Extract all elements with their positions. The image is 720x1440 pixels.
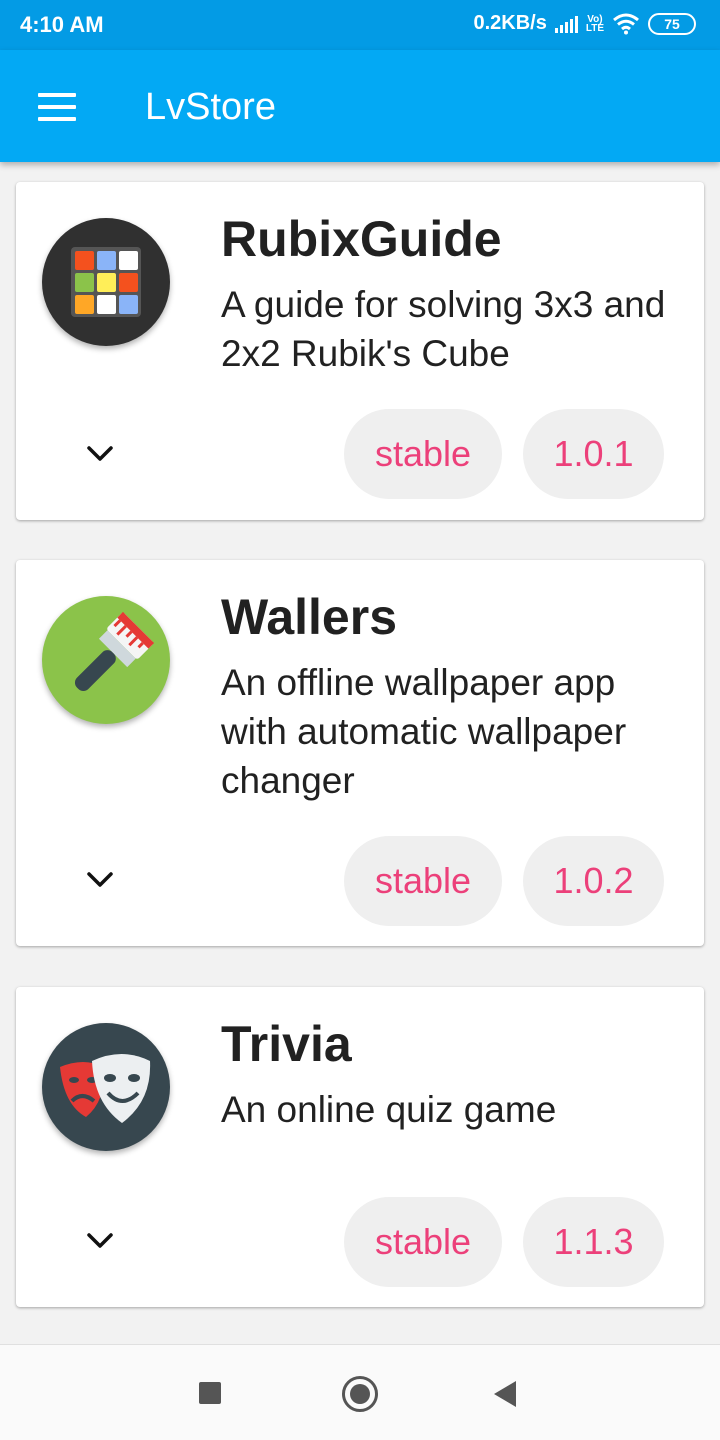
navigation-bar <box>0 1344 720 1440</box>
status-chip[interactable]: stable <box>344 1197 502 1287</box>
app-bar: LvStore <box>0 50 720 162</box>
signal-icon <box>554 15 578 33</box>
battery-icon: 75 <box>648 12 696 35</box>
recent-apps-button[interactable] <box>199 1382 221 1404</box>
home-button[interactable] <box>342 1376 378 1412</box>
version-chip-label: 1.0.2 <box>553 860 634 901</box>
version-chip[interactable]: 1.0.1 <box>523 409 664 499</box>
status-chip[interactable]: stable <box>344 836 502 926</box>
menu-icon[interactable] <box>38 93 76 121</box>
chevron-down-icon[interactable] <box>84 442 116 466</box>
network-speed: 0.2KB/s <box>473 12 547 34</box>
app-card[interactable]: Wallers An offline wallpaper app with au… <box>16 560 704 946</box>
chevron-down-icon[interactable] <box>84 868 116 892</box>
volte-label-bottom: LTE <box>585 22 604 34</box>
wifi-icon <box>613 13 639 34</box>
app-description: An offline wallpaper app with automatic … <box>221 662 627 801</box>
app-title: LvStore <box>145 86 276 128</box>
status-chip-label: stable <box>374 1221 472 1262</box>
volte-icon: Vo) LTE <box>585 14 604 34</box>
battery-level: 75 <box>664 15 680 32</box>
status-chip[interactable]: stable <box>344 409 502 499</box>
status-chip-label: stable <box>374 860 472 901</box>
version-chip-label: 1.0.1 <box>553 433 634 474</box>
version-chip-label: 1.1.3 <box>553 1221 634 1262</box>
app-name: Wallers <box>221 589 398 645</box>
app-description: A guide for solving 3x3 and 2x2 Rubik's … <box>221 284 666 374</box>
status-chip-label: stable <box>374 433 472 474</box>
status-indicators: 0.2KB/s Vo) LTE 75 <box>473 12 696 35</box>
app-name: Trivia <box>221 1016 352 1072</box>
chevron-down-icon[interactable] <box>84 1229 116 1253</box>
status-time: 4:10 AM <box>20 12 104 37</box>
rubiks-cube-icon <box>42 218 170 346</box>
version-chip[interactable]: 1.0.2 <box>523 836 664 926</box>
back-button[interactable] <box>494 1381 516 1407</box>
theater-masks-icon <box>42 1023 170 1151</box>
app-description: An online quiz game <box>221 1089 557 1130</box>
app-card[interactable]: Trivia An online quiz game stable 1.1.3 <box>16 987 704 1307</box>
paintbrush-icon <box>42 596 170 724</box>
app-name: RubixGuide <box>221 211 502 267</box>
app-card[interactable]: RubixGuide A guide for solving 3x3 and 2… <box>16 182 704 520</box>
version-chip[interactable]: 1.1.3 <box>523 1197 664 1287</box>
status-bar: 4:10 AM 0.2KB/s Vo) LTE 75 <box>0 0 720 50</box>
